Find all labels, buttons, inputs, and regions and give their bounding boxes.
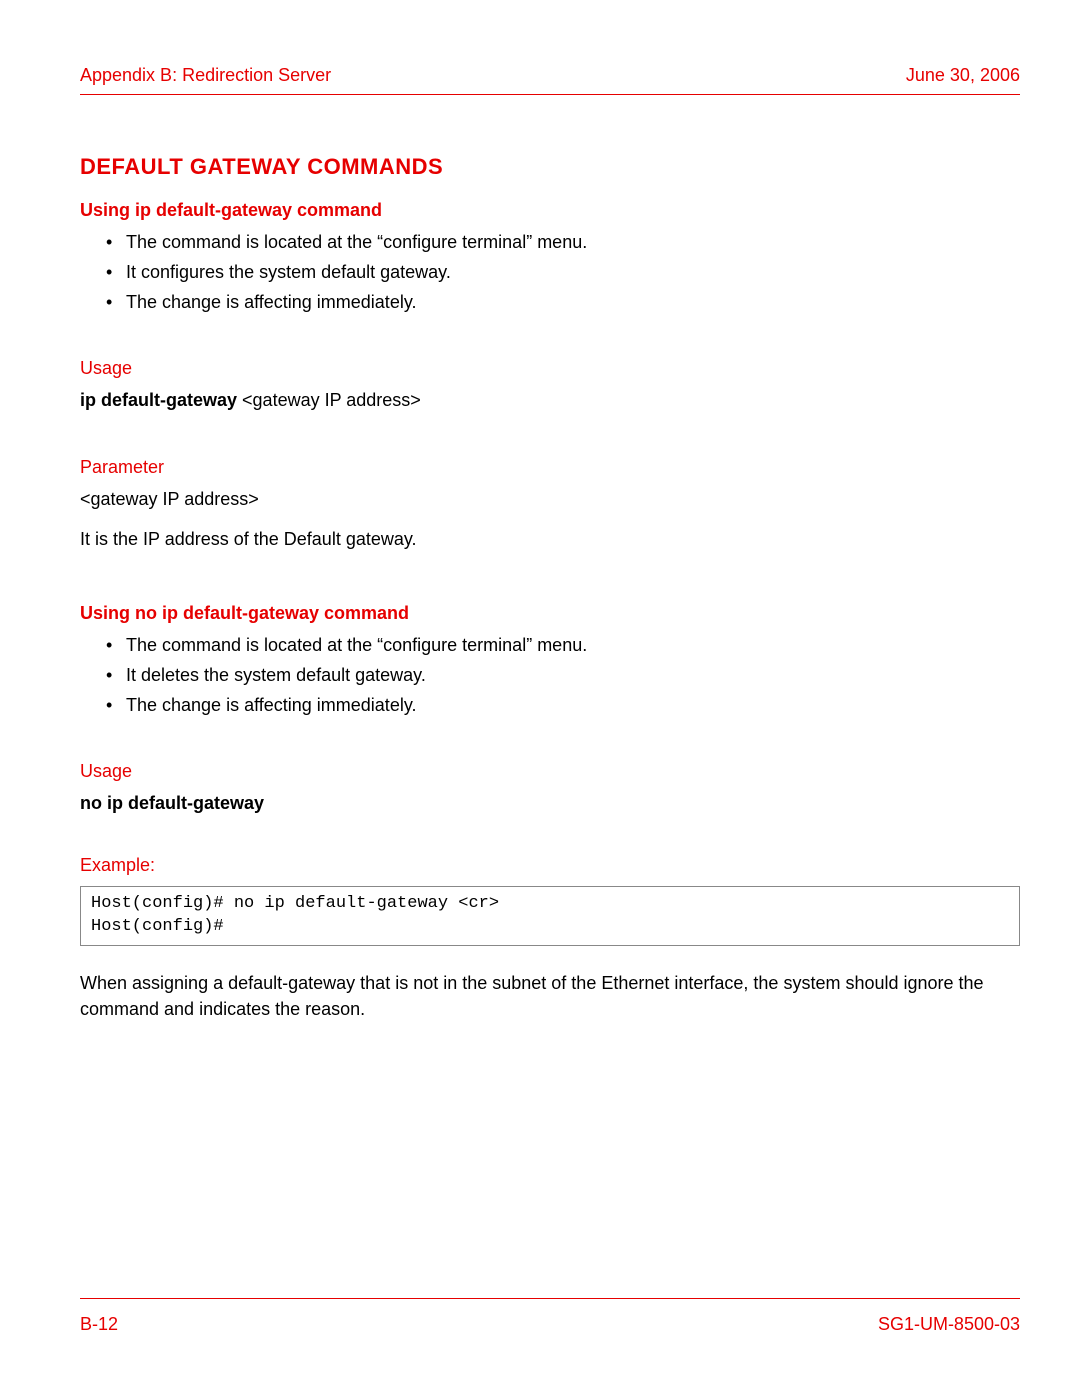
running-footer: B-12 SG1-UM-8500-03	[80, 1298, 1020, 1337]
parameter-description: It is the IP address of the Default gate…	[80, 526, 1020, 552]
list-item: The change is affecting immediately.	[126, 289, 1020, 315]
header-left: Appendix B: Redirection Server	[80, 62, 331, 88]
header-right: June 30, 2006	[906, 62, 1020, 88]
usage-command-rest: <gateway IP address>	[237, 390, 421, 410]
list-item: It configures the system default gateway…	[126, 259, 1020, 285]
footer-left: B-12	[80, 1311, 118, 1337]
heading-using-ip-default-gateway: Using ip default-gateway command	[80, 197, 1020, 223]
list-item: The command is located at the “configure…	[126, 632, 1020, 658]
parameter-label: Parameter	[80, 454, 1020, 480]
page-body: Appendix B: Redirection Server June 30, …	[80, 62, 1020, 1337]
bullet-list-2: The command is located at the “configure…	[80, 632, 1020, 718]
usage-command-bold: ip default-gateway	[80, 390, 237, 410]
list-item: It deletes the system default gateway.	[126, 662, 1020, 688]
example-code-block: Host(config)# no ip default-gateway <cr>…	[80, 886, 1020, 946]
bullet-list-1: The command is located at the “configure…	[80, 229, 1020, 315]
trailing-paragraph: When assigning a default-gateway that is…	[80, 970, 1020, 1022]
usage-line-1: ip default-gateway <gateway IP address>	[80, 387, 1020, 413]
footer-right: SG1-UM-8500-03	[878, 1311, 1020, 1337]
example-label: Example:	[80, 852, 1020, 878]
usage-line-2: no ip default-gateway	[80, 790, 1020, 816]
running-header: Appendix B: Redirection Server June 30, …	[80, 62, 1020, 95]
list-item: The change is affecting immediately.	[126, 692, 1020, 718]
section-title: Default Gateway Commands	[80, 151, 1020, 183]
list-item: The command is located at the “configure…	[126, 229, 1020, 255]
usage-label-2: Usage	[80, 758, 1020, 784]
heading-using-no-ip-default-gateway: Using no ip default-gateway command	[80, 600, 1020, 626]
usage-label-1: Usage	[80, 355, 1020, 381]
parameter-syntax: <gateway IP address>	[80, 486, 1020, 512]
